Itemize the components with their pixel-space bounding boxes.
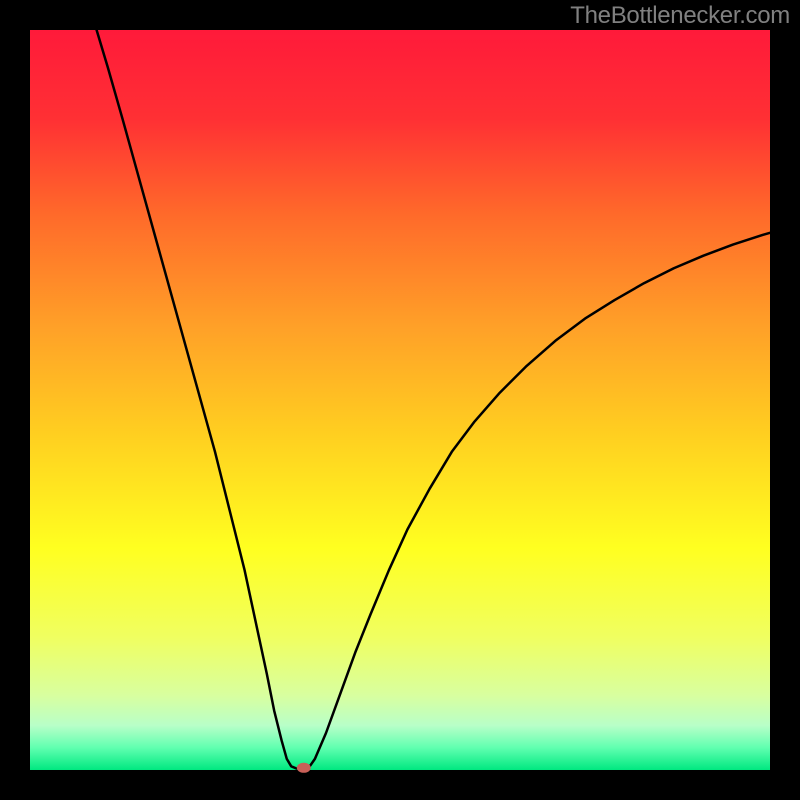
watermark-text: TheBottlenecker.com (570, 2, 790, 30)
optimum-marker (297, 763, 311, 773)
plot-background (30, 30, 770, 770)
bottleneck-chart: TheBottlenecker.com (0, 0, 800, 800)
chart-svg (0, 0, 800, 800)
